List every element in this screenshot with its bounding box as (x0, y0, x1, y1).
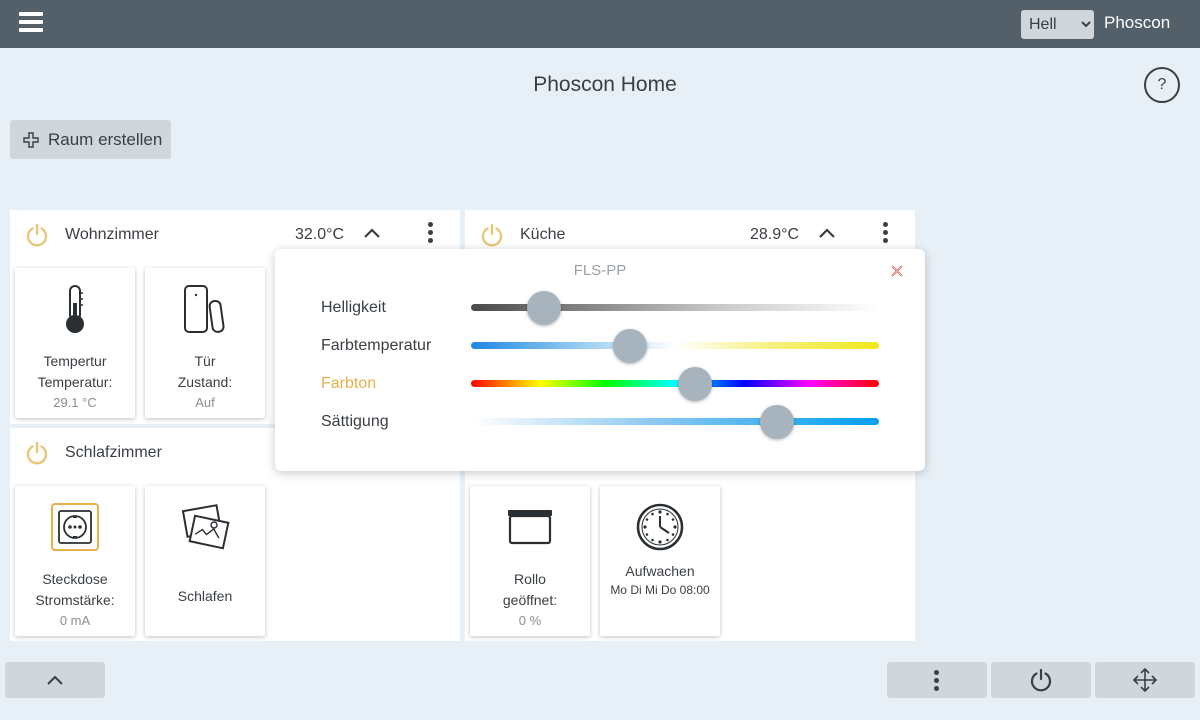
color-temperature-slider[interactable] (471, 342, 879, 349)
move-arrows-icon (1132, 667, 1158, 693)
room-menu-icon[interactable] (881, 222, 889, 246)
clock-icon (600, 500, 720, 554)
tile-state-label: geöffnet: (502, 592, 558, 608)
room-name: Schlafzimmer (65, 444, 162, 461)
chevron-up-icon[interactable] (363, 226, 381, 240)
move-button[interactable] (1095, 662, 1195, 698)
door-sensor-icon (145, 282, 265, 336)
theme-select[interactable]: Hell (1021, 10, 1094, 39)
blind-icon (470, 500, 590, 554)
device-tile-socket[interactable]: Steckdose Stromstärke: 0 mA (15, 486, 135, 636)
create-room-label: Raum erstellen (48, 129, 163, 149)
room-temperature: 32.0°C (295, 226, 345, 243)
slider-label-saturation: Sättigung (321, 413, 389, 430)
power-icon[interactable] (480, 223, 504, 247)
slider-label-color-temperature: Farbtemperatur (321, 337, 432, 354)
app-name: Phoscon (1104, 13, 1171, 32)
saturation-slider-thumb[interactable] (760, 405, 794, 439)
tile-name: Steckdose (42, 571, 108, 587)
popup-title: FLS-PP (573, 262, 627, 279)
device-tile-blind[interactable]: Rollo geöffnet: 0 % (470, 486, 590, 636)
power-icon[interactable] (25, 441, 49, 465)
scene-tile-schlafen[interactable]: Schlafen (145, 486, 265, 636)
more-options-button[interactable] (887, 662, 987, 698)
close-x-icon[interactable] (891, 265, 903, 277)
hamburger-icon[interactable] (19, 12, 43, 34)
plus-icon (23, 131, 39, 148)
page-title: Phoscon Home (533, 73, 677, 96)
create-room-button[interactable]: Raum erstellen (10, 120, 171, 159)
top-bar: Hell Phoscon (0, 0, 1200, 48)
slider-label-hue: Farbton (321, 375, 377, 392)
tile-state-value: 0 % (518, 613, 542, 628)
tile-name: Tempertur (43, 353, 107, 369)
saturation-slider[interactable] (471, 418, 879, 425)
hue-slider-thumb[interactable] (678, 367, 713, 401)
kebab-menu-icon (934, 669, 940, 691)
tile-schedule-days: Mo Di Mi Do 08:00 (610, 583, 710, 597)
color-temperature-slider-thumb[interactable] (613, 329, 648, 363)
room-menu-icon[interactable] (426, 222, 434, 246)
hue-slider[interactable] (471, 380, 879, 387)
slider-label-brightness: Helligkeit (321, 299, 386, 316)
tile-name: Aufwachen (625, 563, 695, 579)
tile-state-value: 29.1 °C (53, 395, 97, 410)
tile-name: Tür (194, 353, 216, 369)
thermometer-icon (15, 282, 135, 336)
device-tile-temperature[interactable]: Tempertur Temperatur: 29.1 °C (15, 268, 135, 418)
tile-state-label: Stromstärke: (35, 592, 115, 608)
schedule-tile-wakeup[interactable]: Aufwachen Mo Di Mi Do 08:00 (600, 486, 720, 636)
power-all-button[interactable] (991, 662, 1091, 698)
chevron-up-icon[interactable] (818, 226, 836, 240)
brightness-slider-thumb[interactable] (527, 291, 562, 325)
room-name: Küche (520, 226, 566, 243)
tile-state-value: Auf (195, 395, 215, 410)
tile-state-value: 0 mA (59, 613, 91, 628)
collapse-button[interactable] (5, 662, 105, 698)
power-icon (1030, 668, 1052, 692)
tile-state-label: Temperatur: (37, 374, 113, 390)
room-name: Wohnzimmer (65, 226, 159, 243)
socket-icon (15, 500, 135, 554)
tile-name: Rollo (514, 571, 546, 587)
room-temperature: 28.9°C (750, 226, 800, 243)
tile-name: Schlafen (177, 588, 233, 604)
chevron-up-icon (47, 675, 63, 685)
power-icon[interactable] (25, 223, 49, 247)
help-button[interactable]: ? (1144, 67, 1180, 103)
device-tile-door[interactable]: Tür Zustand: Auf (145, 268, 265, 418)
scene-pictures-icon (145, 500, 265, 554)
light-control-popup: FLS-PP Helligkeit Farbtemperatur Farbton… (275, 249, 925, 471)
tile-state-label: Zustand: (177, 374, 233, 390)
